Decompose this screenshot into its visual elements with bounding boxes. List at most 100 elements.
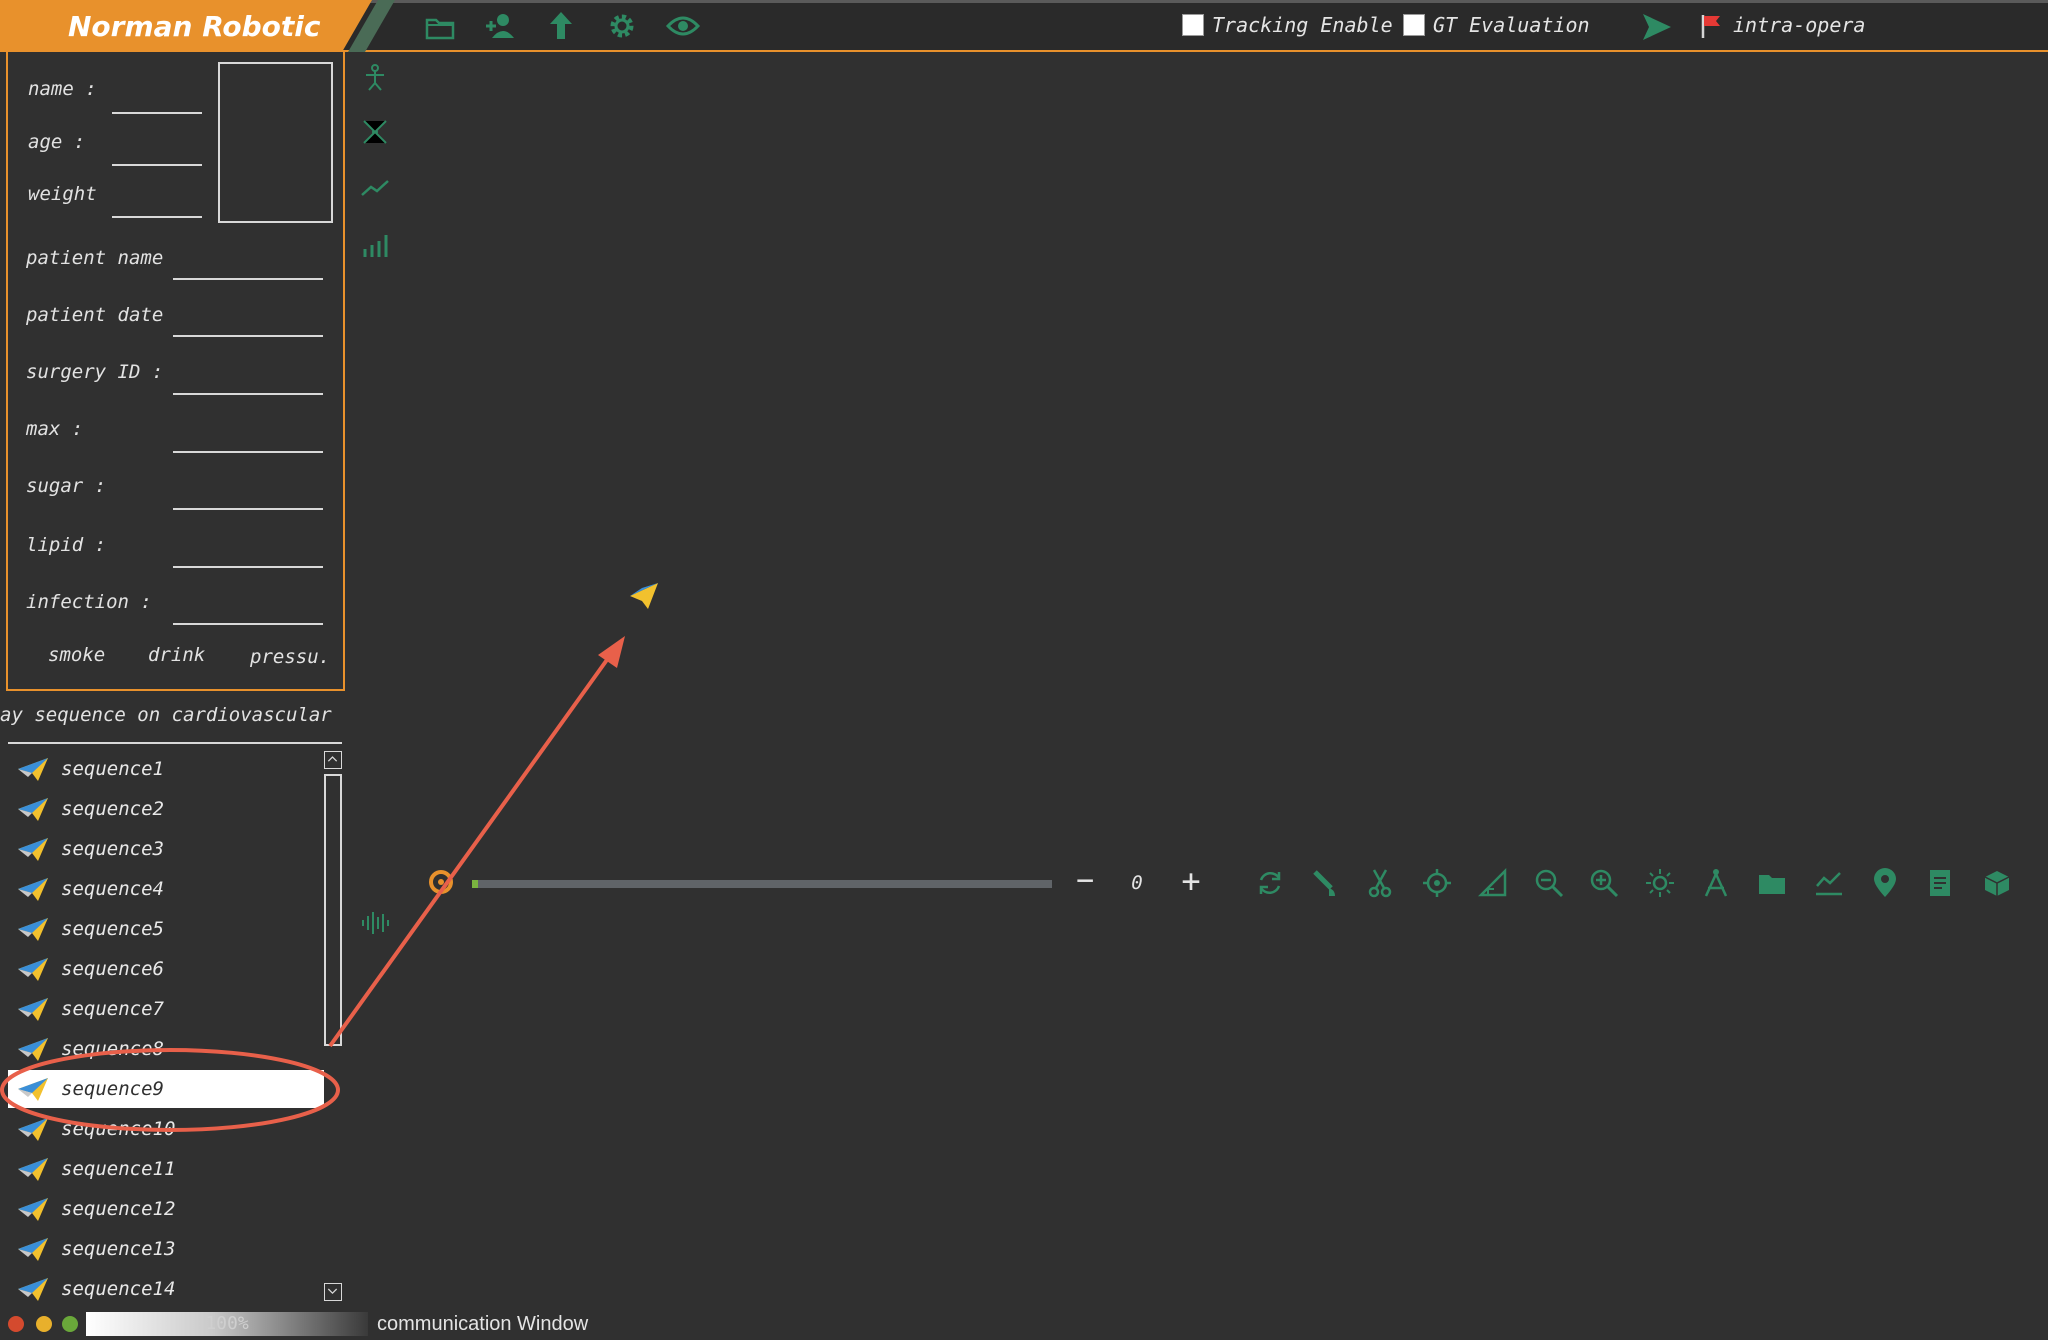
tracking-enable-checkbox[interactable] [1182, 14, 1204, 36]
minimize-dot-icon[interactable] [36, 1316, 52, 1332]
top-toolbar: Norman Robotic Tracking Enable GT Evalua… [0, 0, 2048, 52]
age-field[interactable] [112, 164, 202, 166]
communication-window-label[interactable]: communication Window [377, 1313, 588, 1336]
drink-label: drink [148, 644, 206, 666]
measure-compass-icon[interactable] [1699, 866, 1733, 900]
scroll-up-button[interactable] [324, 751, 342, 769]
location-pin-icon[interactable] [1868, 866, 1902, 900]
patient-name-field[interactable] [173, 278, 323, 280]
gt-evaluation-checkbox[interactable] [1403, 14, 1425, 36]
settings-gear-icon[interactable] [604, 8, 640, 44]
lipid-field[interactable] [173, 566, 323, 568]
upload-icon[interactable] [543, 8, 579, 44]
scroll-thumb[interactable] [324, 774, 342, 1046]
flag-icon [1701, 15, 1720, 38]
name-field[interactable] [112, 112, 202, 114]
sequence-plane-icon [18, 1158, 48, 1181]
skeleton-icon[interactable] [358, 60, 392, 94]
scissors-icon[interactable] [1363, 866, 1397, 900]
brush-icon[interactable] [1307, 866, 1341, 900]
zoom-in-icon[interactable] [1587, 866, 1621, 900]
sequence-plane-icon [18, 1198, 48, 1221]
scroll-down-button[interactable] [324, 1283, 342, 1301]
max-field[interactable] [173, 451, 323, 453]
sequence-list-item[interactable]: sequence14 [8, 1269, 324, 1309]
angle-icon[interactable] [1476, 866, 1510, 900]
frame-value: 0 [1131, 872, 1143, 894]
annotation-arrow-head [598, 636, 625, 668]
trend-line-icon[interactable] [358, 170, 392, 204]
selected-row-highlight [8, 1070, 324, 1108]
rotate-icon[interactable] [1253, 866, 1287, 900]
add-user-icon[interactable] [482, 8, 518, 44]
sequence-list-item[interactable]: sequence11 [8, 1149, 324, 1189]
sequence-label: sequence8 [61, 1038, 164, 1060]
network-nodes-icon[interactable] [358, 115, 392, 149]
sequence-label: sequence2 [61, 798, 164, 820]
report-icon[interactable] [1923, 866, 1957, 900]
patient-date-field[interactable] [173, 335, 323, 337]
sequence-label: sequence13 [61, 1238, 176, 1260]
sequence-label: sequence4 [61, 878, 164, 900]
annotation-arrow-line [328, 648, 616, 1048]
sequence-label: sequence10 [61, 1118, 176, 1140]
3d-box-icon[interactable] [1980, 866, 2014, 900]
sequence-list-item[interactable]: sequence5 [8, 909, 324, 949]
sequence-label: sequence5 [61, 918, 164, 940]
sugar-field[interactable] [173, 508, 323, 510]
sequence-label: sequence11 [61, 1158, 176, 1180]
sequence-list-scrollbar[interactable] [324, 749, 344, 1309]
sequence-plane-icon [18, 918, 48, 941]
sequence-list-item[interactable]: sequence1 [8, 749, 324, 789]
surgery-id-field[interactable] [173, 393, 323, 395]
send-icon[interactable] [1640, 10, 1674, 44]
sequence-list-item[interactable]: sequence6 [8, 949, 324, 989]
loading-progress-bar: 100% [86, 1312, 368, 1336]
patient-info-panel: name : age : weight patient name patient… [6, 52, 345, 691]
open-folder-icon[interactable] [422, 8, 458, 44]
infection-label: infection : [26, 591, 152, 613]
sequence-plane-icon [18, 758, 48, 781]
waveform-icon[interactable] [358, 906, 392, 940]
close-dot-icon[interactable] [8, 1316, 24, 1332]
frame-minus-button[interactable]: − [1070, 866, 1100, 896]
surgery-id-label: surgery ID : [26, 361, 164, 383]
sequence-list-item[interactable]: sequence10 [8, 1109, 324, 1149]
sequence-list-item[interactable]: sequence12 [8, 1189, 324, 1229]
frame-plus-button[interactable]: + [1176, 865, 1206, 897]
sequence-label: sequence9 [61, 1078, 164, 1100]
sequence-list-item[interactable]: sequence8 [8, 1029, 324, 1069]
mode-label: intra-opera [1733, 13, 1866, 37]
age-label: age : [28, 131, 86, 153]
sequence-plane-icon [18, 1078, 48, 1101]
sequence-list-item[interactable]: sequence7 [8, 989, 324, 1029]
timeline-slider[interactable] [472, 880, 1052, 888]
sequence-label: sequence7 [61, 998, 164, 1020]
sequence-list-item[interactable]: sequence9 [8, 1069, 324, 1109]
smoke-label: smoke [48, 644, 106, 666]
patient-photo-box [218, 62, 333, 223]
zoom-out-icon[interactable] [1532, 866, 1566, 900]
sequence-list-header: ay sequence on cardiovascular [0, 704, 332, 726]
sequence-label: sequence3 [61, 838, 164, 860]
target-icon[interactable] [1420, 866, 1454, 900]
sequence-list[interactable]: sequence1 sequence2 sequence3 sequence4 sequ… [8, 749, 324, 1309]
sequence-list-item[interactable]: sequence4 [8, 869, 324, 909]
sequence-plane-icon [18, 958, 48, 981]
bar-chart-icon[interactable] [358, 228, 392, 262]
maximize-dot-icon[interactable] [62, 1316, 78, 1332]
sequence-list-item[interactable]: sequence2 [8, 789, 324, 829]
weight-label: weight [28, 183, 97, 205]
playhead-icon[interactable] [428, 869, 454, 895]
weight-field[interactable] [112, 216, 202, 218]
folder-icon[interactable] [1755, 866, 1789, 900]
view-eye-icon[interactable] [665, 8, 701, 44]
line-chart-icon[interactable] [1812, 866, 1846, 900]
sequence-list-item[interactable]: sequence13 [8, 1229, 324, 1269]
brightness-icon[interactable] [1643, 866, 1677, 900]
progress-percent: 100% [205, 1313, 249, 1334]
sequence-list-item[interactable]: sequence3 [8, 829, 324, 869]
sequence-label: sequence6 [61, 958, 164, 980]
infection-field[interactable] [173, 623, 323, 625]
sequence-plane-icon [18, 878, 48, 901]
